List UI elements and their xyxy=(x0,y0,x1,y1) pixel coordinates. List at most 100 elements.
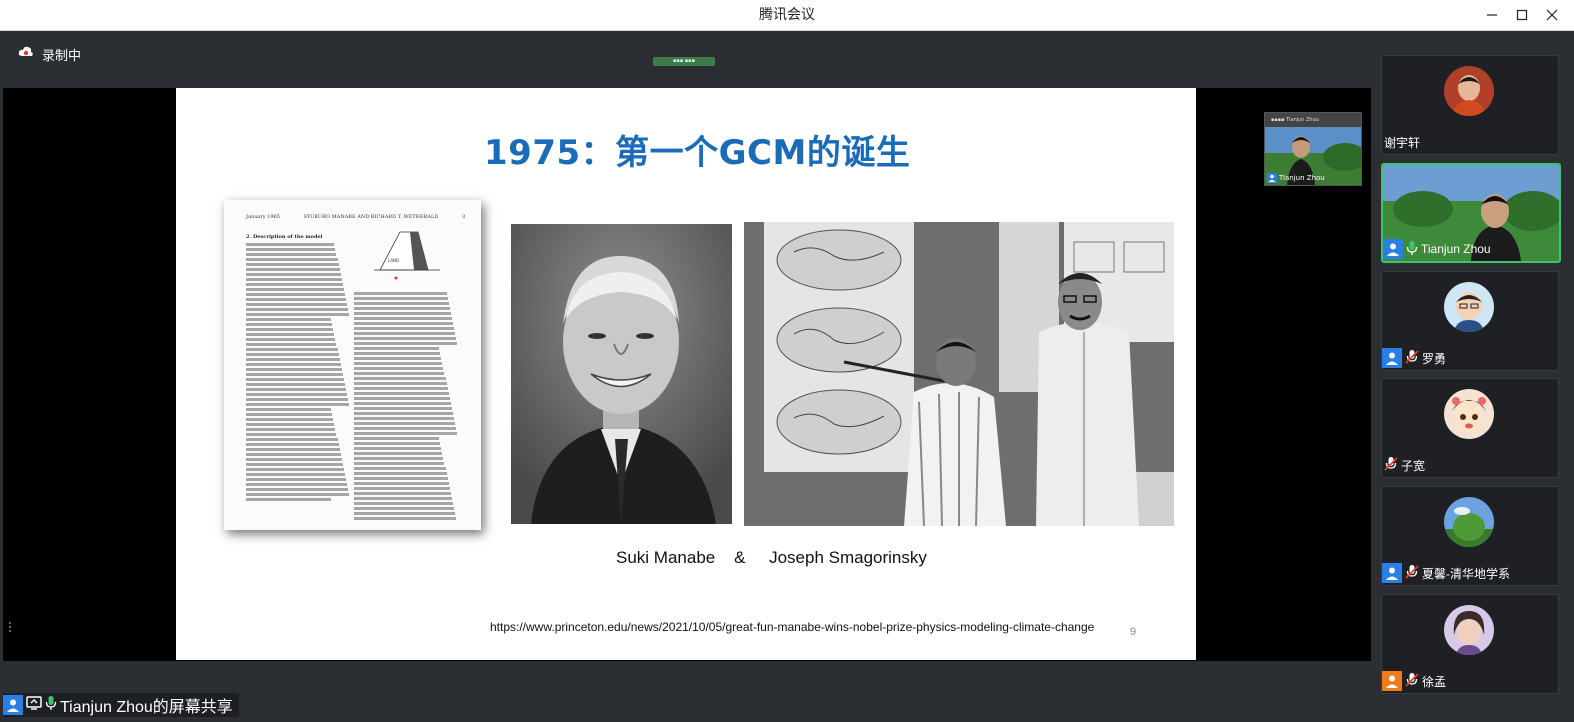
participant-tile[interactable]: 徐孟 xyxy=(1381,594,1559,694)
participant-tile[interactable]: 子宽 xyxy=(1381,378,1559,478)
paper-text-line xyxy=(354,507,454,510)
paper-text-line xyxy=(354,497,452,500)
more-dots-icon[interactable] xyxy=(8,621,12,633)
paper-text-line xyxy=(354,472,447,475)
paper-text-line xyxy=(354,387,448,390)
paper-text-line xyxy=(246,453,341,456)
paper-text-line xyxy=(354,382,447,385)
paper-text-line xyxy=(354,482,449,485)
paper-text-line xyxy=(246,428,336,431)
participant-name-row: 子宽 xyxy=(1384,455,1425,475)
presentation-slide: 1975：第一个GCM的诞生 January 1965 SYUKURO MANA… xyxy=(176,88,1196,660)
screen-share-text: Tianjun Zhou的屏幕共享 xyxy=(60,699,233,716)
pip-name: Tianjun Zhou xyxy=(1279,174,1325,182)
close-button[interactable] xyxy=(1534,0,1570,30)
paper-text-line xyxy=(354,512,455,515)
paper-text-line xyxy=(246,263,339,266)
paper-text-line xyxy=(354,307,450,310)
paper-text-line xyxy=(246,468,344,471)
paper-text-line xyxy=(246,423,335,426)
participant-tile[interactable]: 罗勇 xyxy=(1381,271,1559,371)
paper-text-line xyxy=(246,388,346,391)
paper-text-line xyxy=(354,502,453,505)
paper-text-line xyxy=(246,433,337,436)
recording-indicator[interactable]: 录制中 xyxy=(18,44,81,64)
paper-text-line xyxy=(354,337,456,340)
sharing-control-tab[interactable]: ▪▪▪ ▪▪▪ xyxy=(653,57,715,66)
paper-text-line xyxy=(246,488,348,491)
paper-text-line xyxy=(246,483,347,486)
cloud-record-icon xyxy=(18,46,34,62)
participant-name: 罗勇 xyxy=(1422,351,1447,366)
paper-text-line xyxy=(354,357,442,360)
paper-text-line xyxy=(354,462,445,465)
paper-text-line xyxy=(246,323,333,326)
paper-header-mid: SYUKURO MANABE AND RICHARD T. WETHERALD xyxy=(303,214,439,220)
paper-text-line xyxy=(246,308,348,311)
paper-text-line xyxy=(354,362,443,365)
participant-name: 子宽 xyxy=(1401,458,1426,473)
recording-label: 录制中 xyxy=(42,48,82,64)
paper-text-line xyxy=(246,303,347,306)
window-titlebar: 腾讯会议 xyxy=(0,0,1574,31)
source-url: https://www.princeton.edu/news/2021/10/0… xyxy=(490,620,1095,634)
slide-page-number: 9 xyxy=(1130,626,1137,638)
paper-text-line xyxy=(246,328,334,331)
manabe-portrait-photo xyxy=(511,224,732,524)
paper-text-line xyxy=(246,463,343,466)
paper-text-line xyxy=(246,248,336,251)
paper-text-line xyxy=(246,378,344,381)
participant-name: 谢宇轩 xyxy=(1384,135,1421,150)
paper-text-line xyxy=(246,298,346,301)
paper-text-line xyxy=(246,458,342,461)
paper-text-line xyxy=(246,403,349,406)
mic-off-icon xyxy=(1405,564,1419,583)
maximize-icon xyxy=(1516,6,1528,25)
participant-tile-active-speaker[interactable]: Tianjun Zhou xyxy=(1381,163,1561,263)
paper-text-line xyxy=(354,322,453,325)
paper-text-line xyxy=(354,417,454,420)
pip-name-label: Tianjun Zhou xyxy=(1267,173,1325,183)
paper-text-column-right xyxy=(354,292,458,522)
user-icon xyxy=(1382,671,1402,691)
paper-text-line xyxy=(246,258,338,261)
paper-text-line xyxy=(354,347,440,350)
paper-text-line xyxy=(354,302,449,305)
paper-header-right: 3 xyxy=(461,214,465,220)
paper-text-line xyxy=(246,273,341,276)
participant-tile[interactable]: 夏馨-清华地学系 xyxy=(1381,486,1559,586)
paper-text-line xyxy=(354,407,452,410)
participant-name-row: 罗勇 xyxy=(1382,348,1446,368)
user-icon xyxy=(1383,239,1403,259)
paper-text-line xyxy=(354,397,450,400)
paper-text-line xyxy=(246,493,349,496)
paper-text-line xyxy=(354,297,448,300)
pip-speaking-bar: ▪▪▪▪ Tianjun Zhou xyxy=(1265,113,1361,127)
svg-text:LAND: LAND xyxy=(388,258,399,263)
paper-text-line xyxy=(354,467,446,470)
paper-text-line xyxy=(354,477,448,480)
participant-sidebar: 谢宇轩 Tianjun Zhou 罗勇 子宽 夏馨-清华地学系 徐孟 xyxy=(1373,31,1571,719)
paper-text-line xyxy=(246,473,345,476)
paper-text-line xyxy=(246,448,340,451)
paper-text-line xyxy=(354,342,457,345)
paper-text-line xyxy=(354,312,451,315)
paper-text-line xyxy=(354,492,451,495)
presenter-video-pip[interactable]: ▪▪▪▪ Tianjun Zhou Tianjun Zhou xyxy=(1264,112,1362,186)
window-title: 腾讯会议 xyxy=(759,7,815,23)
paper-text-line xyxy=(354,332,455,335)
paper-text-line xyxy=(354,372,445,375)
paper-text-line xyxy=(246,418,334,421)
paper-text-line xyxy=(246,333,335,336)
slide-title: 1975：第一个GCM的诞生 xyxy=(484,133,911,173)
participant-name-row: 徐孟 xyxy=(1382,671,1446,691)
paper-text-line xyxy=(246,353,339,356)
participant-tile[interactable]: 谢宇轩 xyxy=(1381,55,1559,155)
mic-off-icon xyxy=(1405,349,1419,368)
mic-on-icon xyxy=(45,695,57,716)
paper-text-line xyxy=(246,393,347,396)
paper-text-line xyxy=(246,338,336,341)
paper-text-line xyxy=(246,363,341,366)
paper-text-line xyxy=(246,413,333,416)
paper-text-line xyxy=(246,313,349,316)
